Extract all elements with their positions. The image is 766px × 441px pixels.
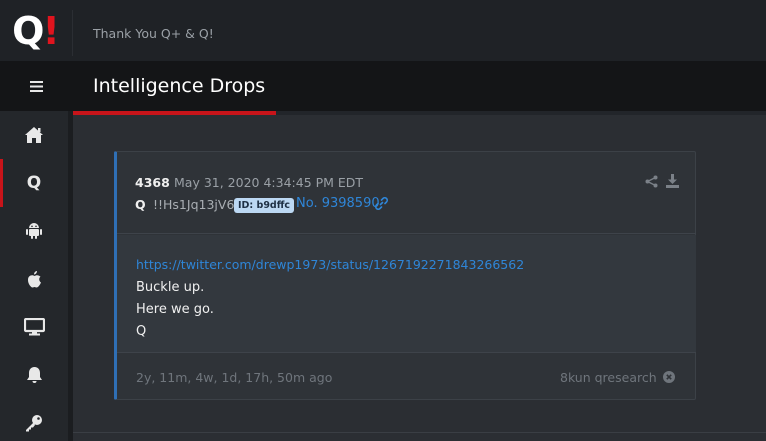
download-icon[interactable] [666, 174, 679, 188]
hamburger-icon [29, 80, 43, 92]
desktop-icon [23, 318, 45, 336]
sidebar-gutter [68, 111, 73, 441]
logo[interactable]: Q! [0, 0, 72, 61]
top-bar: Q! Thank You Q+ & Q! [0, 0, 766, 61]
drop-card: 4368 May 31, 2020 4:34:45 PM EDT Q !!Hs1… [114, 151, 696, 400]
menu-toggle-button[interactable] [0, 61, 72, 111]
sidebar: Q [0, 111, 68, 441]
apple-icon [27, 271, 41, 288]
logo-divider [72, 10, 73, 56]
sidebar-item-android[interactable] [0, 207, 68, 255]
key-icon [26, 415, 42, 432]
bell-icon [26, 367, 42, 383]
drop-source: 8kun qresearch [560, 370, 657, 385]
content-divider [73, 432, 766, 433]
drop-body-link[interactable]: https://twitter.com/drewp1973/status/126… [136, 257, 524, 272]
page-title: Intelligence Drops [93, 75, 266, 97]
logo-accent: ! [42, 8, 60, 53]
drop-date: May 31, 2020 4:34:45 PM EDT [174, 175, 364, 190]
link-icon[interactable] [375, 197, 388, 210]
drop-header: 4368 May 31, 2020 4:34:45 PM EDT Q !!Hs1… [117, 152, 696, 234]
header-subtitle: Thank You Q+ & Q! [93, 26, 214, 41]
sidebar-item-key[interactable] [0, 399, 68, 441]
title-active-underline [72, 111, 276, 115]
title-bar: Intelligence Drops [0, 61, 766, 111]
sidebar-item-notifications[interactable] [0, 351, 68, 399]
home-icon [25, 127, 43, 143]
sidebar-item-home[interactable] [0, 111, 68, 159]
time-ago: 2y, 11m, 4w, 1d, 17h, 50m ago [136, 370, 333, 385]
drop-author: Q [135, 197, 146, 212]
android-icon [26, 223, 42, 239]
drop-body: https://twitter.com/drewp1973/status/126… [117, 235, 696, 353]
drop-number: 4368 [135, 175, 170, 190]
share-icon[interactable] [645, 175, 658, 188]
drop-text-line: Q [136, 324, 147, 339]
close-circle-icon[interactable] [663, 371, 675, 383]
drop-text-line: Here we go. [136, 302, 214, 317]
drop-footer: 2y, 11m, 4w, 1d, 17h, 50m ago 8kun qrese… [117, 354, 696, 399]
sidebar-item-desktop[interactable] [0, 303, 68, 351]
id-badge: ID: b9dffc [234, 198, 295, 213]
post-number-link[interactable]: No. 9398590 [296, 196, 380, 211]
drop-tripcode: !!Hs1Jq13jV6 [153, 197, 235, 212]
sidebar-item-apple[interactable] [0, 255, 68, 303]
q-icon: Q [26, 173, 42, 193]
drop-text-line: Buckle up. [136, 280, 205, 295]
logo-letter: Q [12, 8, 44, 53]
sidebar-item-q[interactable]: Q [0, 159, 68, 207]
